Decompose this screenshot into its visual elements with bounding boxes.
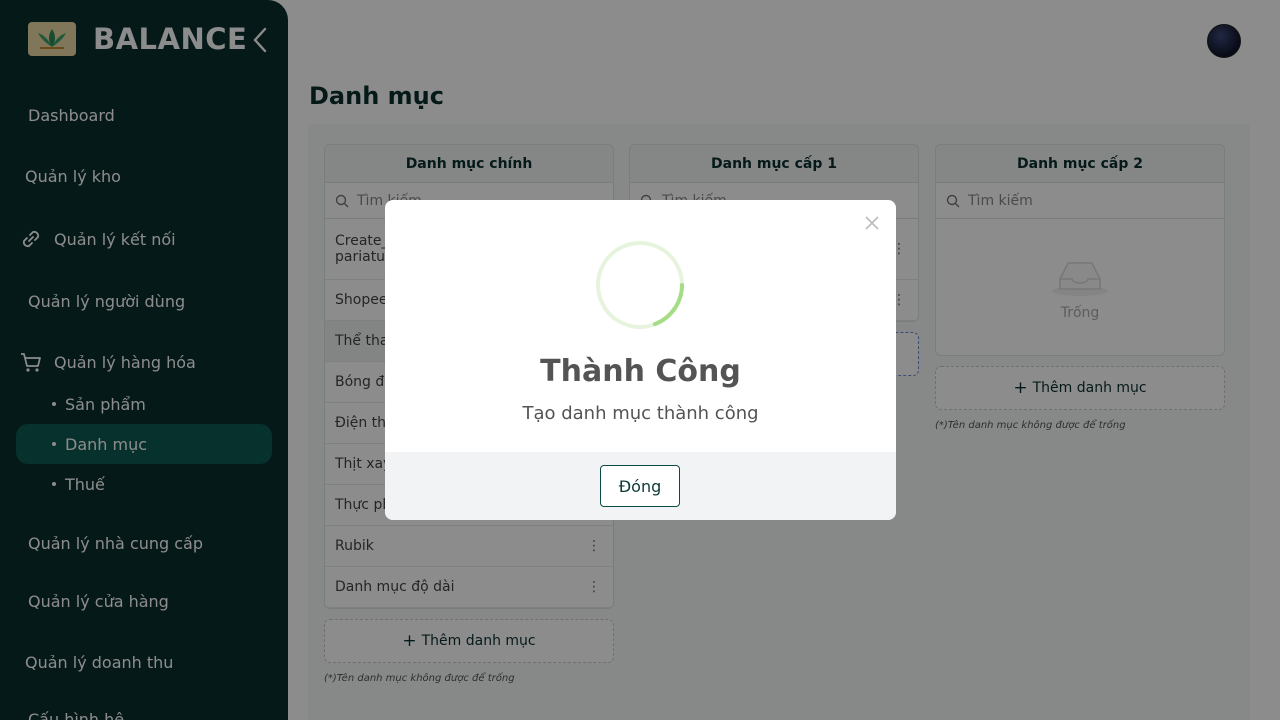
close-icon[interactable]: [862, 213, 882, 233]
dialog-footer: Đóng: [385, 452, 896, 520]
success-dialog: Thành Công Tạo danh mục thành công Đóng: [385, 200, 896, 520]
loading-spinner-icon: [595, 240, 685, 330]
dialog-title: Thành Công: [540, 354, 741, 389]
dialog-message: Tạo danh mục thành công: [522, 403, 759, 424]
close-button[interactable]: Đóng: [600, 465, 680, 507]
